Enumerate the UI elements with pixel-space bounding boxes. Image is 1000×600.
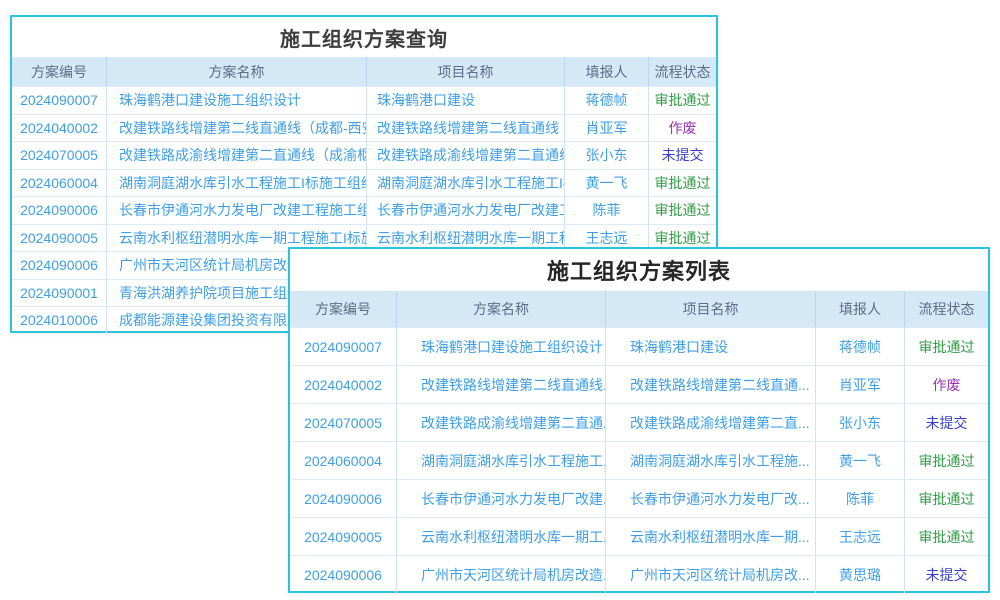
cell-reporter: 王志远 [816, 517, 905, 555]
cell-reporter: 陈菲 [565, 196, 649, 224]
column-header-plan-no: 方案编号 [290, 291, 397, 327]
cell-plan-no: 2024070005 [12, 141, 107, 169]
cell-plan-name: 改建铁路成渝线增建第二直通线（成渝枢纽） [107, 141, 367, 169]
cell-plan-name: 珠海鹤港口建设施工组织设计 [107, 86, 367, 114]
cell-reporter: 陈菲 [816, 479, 905, 517]
table-row[interactable]: 2024090005云南水利枢纽潜明水库一期工...云南水利枢纽潜明水库一期..… [290, 517, 988, 555]
cell-status: 审批通过 [649, 196, 716, 224]
table-row[interactable]: 2024040002改建铁路线增建第二线直通线（成都-西安）改建铁路线增建第二线… [12, 114, 716, 142]
plan-list-table: 方案编号方案名称项目名称填报人流程状态2024090007珠海鹤港口建设施工组织… [290, 291, 988, 593]
cell-plan-name: 湖南洞庭湖水库引水工程施工I标施工组织设计 [107, 169, 367, 197]
cell-project-name: 广州市天河区统计局机房改... [606, 555, 816, 593]
cell-reporter: 张小东 [565, 141, 649, 169]
cell-reporter: 张小东 [816, 403, 905, 441]
table-row[interactable]: 2024060004湖南洞庭湖水库引水工程施工I标施工组织设计湖南洞庭湖水库引水… [12, 169, 716, 197]
cell-plan-no: 2024090007 [12, 86, 107, 114]
cell-plan-no: 2024060004 [12, 169, 107, 197]
cell-plan-no: 2024010006 [12, 306, 107, 334]
table-row[interactable]: 2024040002改建铁路线增建第二线直通线...改建铁路线增建第二线直通..… [290, 365, 988, 403]
cell-project-name: 云南水利枢纽潜明水库一期... [606, 517, 816, 555]
cell-status: 审批通过 [905, 479, 988, 517]
cell-plan-no: 2024040002 [290, 365, 397, 403]
cell-plan-name: 改建铁路线增建第二线直通线（成都-西安） [107, 114, 367, 142]
column-header-plan-name: 方案名称 [107, 57, 367, 86]
cell-status: 审批通过 [905, 441, 988, 479]
cell-project-name: 改建铁路线增建第二线直通... [606, 365, 816, 403]
cell-project-name: 改建铁路线增建第二线直通线（成都 [367, 114, 565, 142]
column-header-project-name: 项目名称 [606, 291, 816, 327]
cell-plan-no: 2024090005 [290, 517, 397, 555]
cell-plan-no: 2024090006 [290, 555, 397, 593]
cell-reporter: 黄思璐 [816, 555, 905, 593]
cell-status: 未提交 [649, 141, 716, 169]
plan-list-window: 施工组织方案列表 方案编号方案名称项目名称填报人流程状态2024090007珠海… [288, 247, 990, 593]
column-header-plan-no: 方案编号 [12, 57, 107, 86]
table-row[interactable]: 2024090007珠海鹤港口建设施工组织设计珠海鹤港口建设蒋德帧审批通过 [12, 86, 716, 114]
cell-status: 审批通过 [905, 517, 988, 555]
cell-plan-name: 改建铁路成渝线增建第二直通... [397, 403, 606, 441]
cell-status: 未提交 [905, 555, 988, 593]
plan-list-title: 施工组织方案列表 [290, 249, 988, 291]
cell-reporter: 肖亚军 [816, 365, 905, 403]
cell-reporter: 黄一飞 [565, 169, 649, 197]
cell-plan-name: 改建铁路线增建第二线直通线... [397, 365, 606, 403]
cell-status: 审批通过 [905, 327, 988, 365]
cell-project-name: 珠海鹤港口建设 [606, 327, 816, 365]
cell-status: 审批通过 [649, 169, 716, 197]
cell-plan-no: 2024070005 [290, 403, 397, 441]
cell-project-name: 湖南洞庭湖水库引水工程施... [606, 441, 816, 479]
cell-status: 未提交 [905, 403, 988, 441]
cell-status: 作废 [649, 114, 716, 142]
cell-plan-name: 广州市天河区统计局机房改造... [397, 555, 606, 593]
table-row[interactable]: 2024090006长春市伊通河水力发电厂改建...长春市伊通河水力发电厂改..… [290, 479, 988, 517]
cell-plan-no: 2024090006 [12, 251, 107, 279]
column-header-status: 流程状态 [905, 291, 988, 327]
plan-query-title: 施工组织方案查询 [12, 17, 716, 57]
cell-plan-no: 2024090007 [290, 327, 397, 365]
cell-plan-name: 湖南洞庭湖水库引水工程施工... [397, 441, 606, 479]
column-header-reporter: 填报人 [816, 291, 905, 327]
cell-plan-no: 2024090005 [12, 224, 107, 252]
column-header-status: 流程状态 [649, 57, 716, 86]
cell-project-name: 改建铁路成渝线增建第二直... [606, 403, 816, 441]
cell-project-name: 改建铁路成渝线增建第二直通线（成 [367, 141, 565, 169]
table-header-row: 方案编号方案名称项目名称填报人流程状态 [12, 57, 716, 86]
table-row[interactable]: 2024060004湖南洞庭湖水库引水工程施工...湖南洞庭湖水库引水工程施..… [290, 441, 988, 479]
cell-plan-no: 2024060004 [290, 441, 397, 479]
cell-status: 审批通过 [649, 86, 716, 114]
cell-plan-no: 2024040002 [12, 114, 107, 142]
table-header-row: 方案编号方案名称项目名称填报人流程状态 [290, 291, 988, 327]
cell-plan-name: 长春市伊通河水力发电厂改建工程施工组织设计 [107, 196, 367, 224]
cell-reporter: 黄一飞 [816, 441, 905, 479]
table-row[interactable]: 2024070005改建铁路成渝线增建第二直通线（成渝枢纽）改建铁路成渝线增建第… [12, 141, 716, 169]
cell-plan-name: 珠海鹤港口建设施工组织设计 [397, 327, 606, 365]
table-row[interactable]: 2024070005改建铁路成渝线增建第二直通...改建铁路成渝线增建第二直..… [290, 403, 988, 441]
cell-status: 作废 [905, 365, 988, 403]
table-row[interactable]: 2024090006广州市天河区统计局机房改造...广州市天河区统计局机房改..… [290, 555, 988, 593]
cell-plan-name: 云南水利枢纽潜明水库一期工... [397, 517, 606, 555]
cell-reporter: 肖亚军 [565, 114, 649, 142]
table-row[interactable]: 2024090007珠海鹤港口建设施工组织设计珠海鹤港口建设蒋德帧审批通过 [290, 327, 988, 365]
cell-project-name: 湖南洞庭湖水库引水工程施工I标 [367, 169, 565, 197]
cell-reporter: 蒋德帧 [816, 327, 905, 365]
column-header-reporter: 填报人 [565, 57, 649, 86]
cell-project-name: 长春市伊通河水力发电厂改建工程 [367, 196, 565, 224]
column-header-project-name: 项目名称 [367, 57, 565, 86]
table-row[interactable]: 2024090006长春市伊通河水力发电厂改建工程施工组织设计长春市伊通河水力发… [12, 196, 716, 224]
cell-reporter: 蒋德帧 [565, 86, 649, 114]
cell-project-name: 珠海鹤港口建设 [367, 86, 565, 114]
cell-plan-no: 2024090006 [12, 196, 107, 224]
cell-plan-no: 2024090006 [290, 479, 397, 517]
cell-plan-no: 2024090001 [12, 279, 107, 307]
cell-project-name: 长春市伊通河水力发电厂改... [606, 479, 816, 517]
column-header-plan-name: 方案名称 [397, 291, 606, 327]
cell-plan-name: 长春市伊通河水力发电厂改建... [397, 479, 606, 517]
